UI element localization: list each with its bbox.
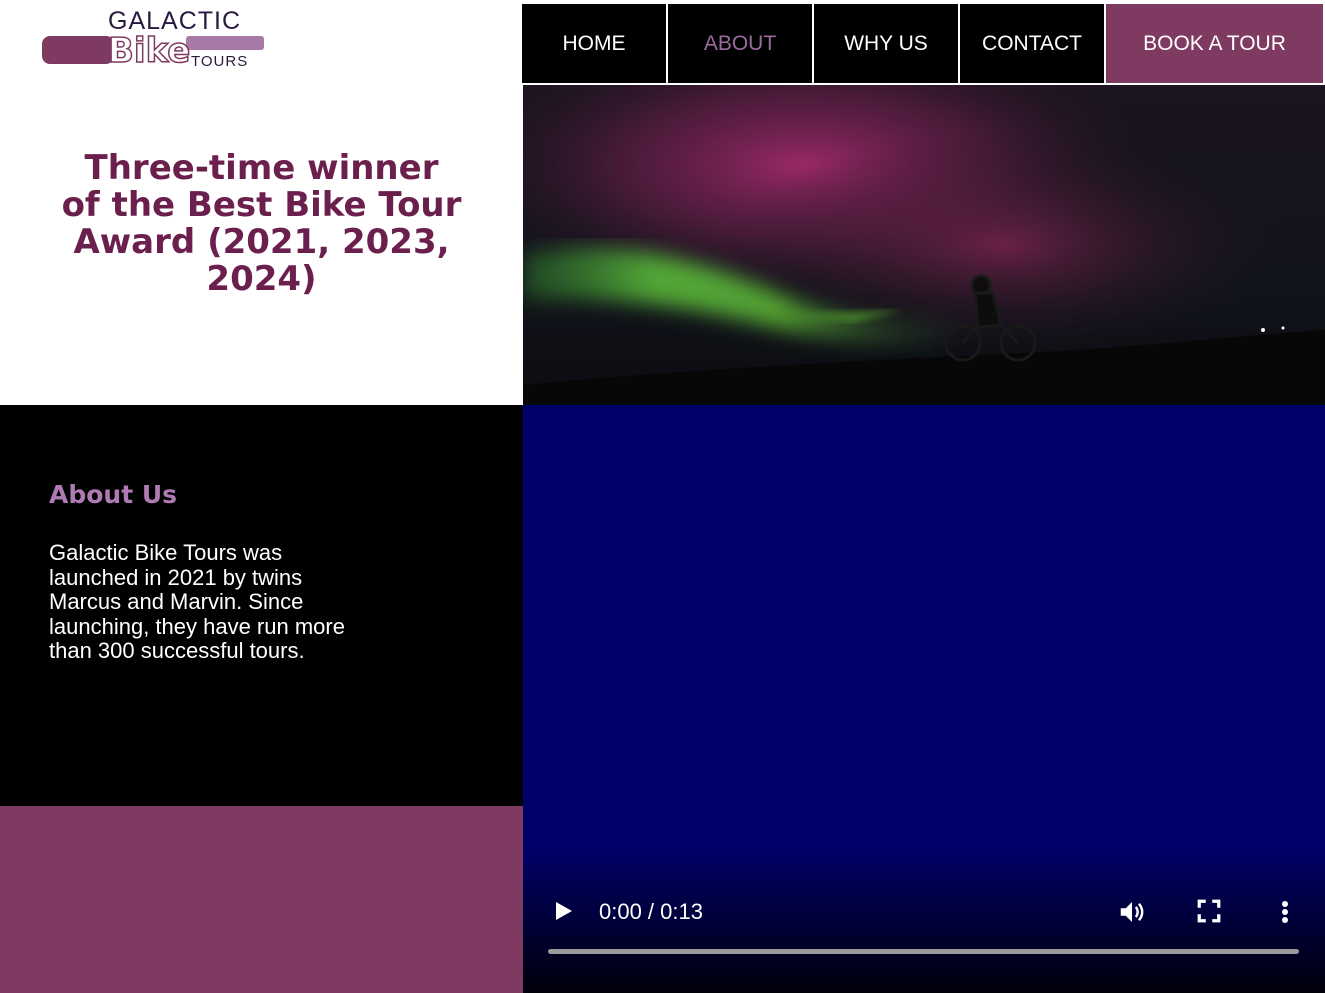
main-nav: HOME ABOUT WHY US CONTACT BOOK A TOUR <box>522 4 1325 85</box>
decorative-block <box>0 806 523 993</box>
galactic-bike-tours-logo: GALACTIC Bike TOURS <box>42 7 264 72</box>
more-options-icon[interactable] <box>1275 897 1295 927</box>
nav-why-us[interactable]: WHY US <box>814 4 960 85</box>
book-tour-label: BOOK A TOUR <box>1143 31 1286 55</box>
award-headline: Three-time winner of the Best Bike Tour … <box>61 148 462 299</box>
nav-about[interactable]: ABOUT <box>668 4 814 85</box>
about-body: Galactic Bike Tours was launched in 2021… <box>49 540 345 663</box>
nav-contact[interactable]: CONTACT <box>960 4 1106 85</box>
about-title: About Us <box>49 480 178 509</box>
aurora-cyclist-photo <box>523 85 1325 406</box>
fullscreen-icon[interactable] <box>1196 898 1222 924</box>
video-time: 0:00 / 0:13 <box>599 899 703 924</box>
logo-line2: Bike <box>108 31 190 71</box>
site-logo[interactable]: GALACTIC Bike TOURS <box>40 7 270 72</box>
play-icon[interactable] <box>551 899 575 923</box>
award-section: Three-time winner of the Best Bike Tour … <box>0 85 523 405</box>
nav-home-label: HOME <box>562 31 626 55</box>
hero-image <box>523 85 1325 406</box>
video-player[interactable]: 0:00 / 0:13 <box>523 405 1325 993</box>
nav-why-us-label: WHY US <box>844 31 928 55</box>
video-progress-bar[interactable] <box>548 949 1299 954</box>
nav-contact-label: CONTACT <box>982 31 1082 55</box>
book-tour-button[interactable]: BOOK A TOUR <box>1106 4 1323 85</box>
about-section: About Us Galactic Bike Tours was launche… <box>0 405 523 806</box>
volume-icon[interactable] <box>1117 897 1147 927</box>
logo-line3: TOURS <box>191 53 248 70</box>
nav-about-label: ABOUT <box>703 31 777 55</box>
nav-home[interactable]: HOME <box>522 4 668 85</box>
